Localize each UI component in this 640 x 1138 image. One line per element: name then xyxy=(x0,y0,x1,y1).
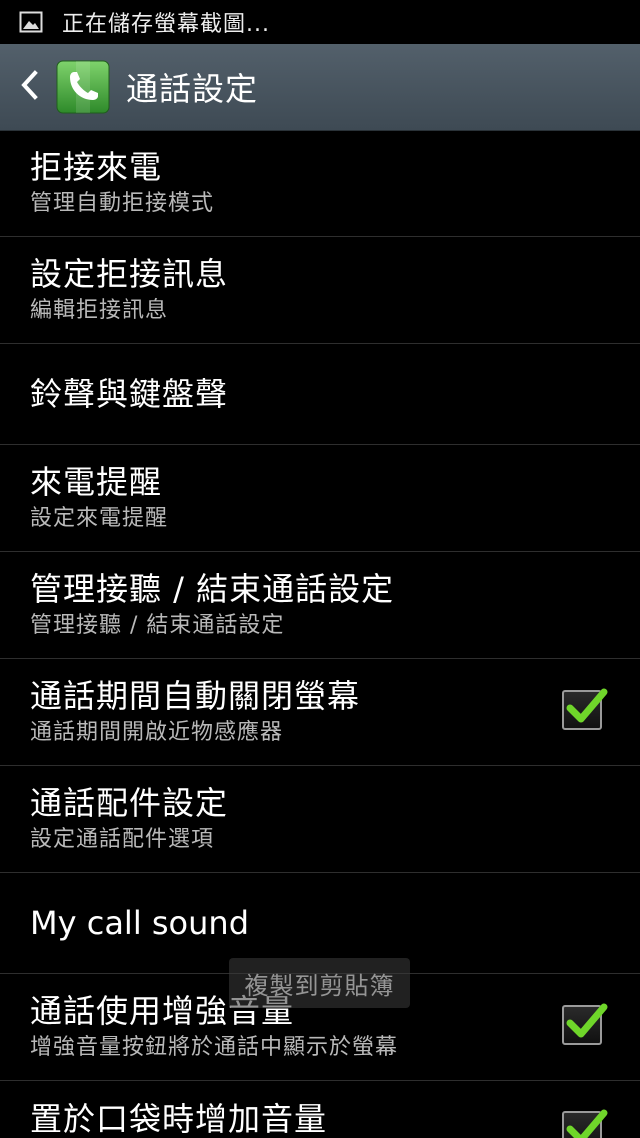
setting-title: 置於口袋時增加音量 xyxy=(30,1100,328,1138)
phone-icon[interactable] xyxy=(56,60,110,114)
setting-subtitle: 設定通話配件選項 xyxy=(30,827,215,852)
chevron-left-icon xyxy=(19,70,39,104)
setting-reject-messages[interactable]: 設定拒接訊息 編輯拒接訊息 xyxy=(0,237,640,344)
setting-call-accessories[interactable]: 通話配件設定 設定通話配件選項 xyxy=(0,766,640,873)
setting-reject-calls[interactable]: 拒接來電 管理自動拒接模式 xyxy=(0,130,640,237)
setting-subtitle: 編輯拒接訊息 xyxy=(30,298,169,323)
call-settings-screen: 正在儲存螢幕截圖... 通話設定 拒接來電 管理自動拒接模式 設定拒接訊息 編輯… xyxy=(0,0,640,1138)
checkbox[interactable] xyxy=(562,1003,608,1045)
checkbox[interactable] xyxy=(562,1109,608,1138)
status-text: 正在儲存螢幕截圖... xyxy=(62,12,270,37)
image-icon xyxy=(18,9,44,35)
setting-title: 管理接聽 / 結束通話設定 xyxy=(30,570,395,608)
setting-call-alerts[interactable]: 來電提醒 設定來電提醒 xyxy=(0,445,640,552)
checkmark-icon xyxy=(566,1109,608,1138)
setting-ringtones[interactable]: 鈴聲與鍵盤聲 xyxy=(0,344,640,445)
setting-title: My call sound xyxy=(30,904,249,942)
toast-message: 複製到剪貼簿 xyxy=(229,958,410,1008)
back-button[interactable] xyxy=(4,44,54,130)
setting-subtitle: 通話期間開啟近物感應器 xyxy=(30,720,284,745)
setting-answer-end-calls[interactable]: 管理接聽 / 結束通話設定 管理接聽 / 結束通話設定 xyxy=(0,552,640,659)
checkmark-icon xyxy=(566,1003,608,1038)
setting-title: 設定拒接訊息 xyxy=(30,255,229,293)
setting-title: 來電提醒 xyxy=(30,463,163,501)
setting-pocket-volume[interactable]: 置於口袋時增加音量 xyxy=(0,1081,640,1138)
setting-subtitle: 管理自動拒接模式 xyxy=(30,191,215,216)
page-title: 通話設定 xyxy=(126,70,259,108)
setting-title: 通話期間自動關閉螢幕 xyxy=(30,677,361,715)
status-bar: 正在儲存螢幕截圖... xyxy=(0,0,640,44)
setting-subtitle: 管理接聽 / 結束通話設定 xyxy=(30,613,285,638)
checkbox[interactable] xyxy=(562,688,608,730)
setting-title: 鈴聲與鍵盤聲 xyxy=(30,375,229,413)
setting-screen-off-during-call[interactable]: 通話期間自動關閉螢幕 通話期間開啟近物感應器 xyxy=(0,659,640,766)
setting-title: 通話配件設定 xyxy=(30,784,229,822)
setting-subtitle: 增強音量按鈕將於通話中顯示於螢幕 xyxy=(30,1035,399,1060)
action-bar: 通話設定 xyxy=(0,44,640,131)
checkmark-icon xyxy=(566,688,608,723)
setting-subtitle: 設定來電提醒 xyxy=(30,506,169,531)
setting-title: 拒接來電 xyxy=(30,148,163,186)
